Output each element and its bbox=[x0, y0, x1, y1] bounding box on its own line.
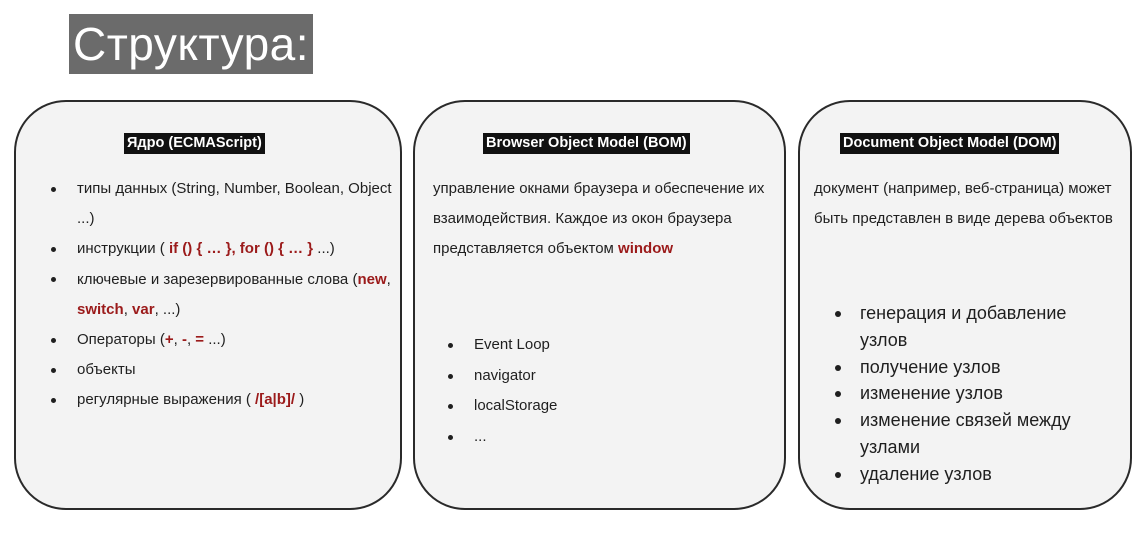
bullet-icon bbox=[51, 367, 56, 373]
bullet-icon bbox=[835, 311, 841, 317]
dom-description: документ (например, веб-страница) может … bbox=[814, 180, 1113, 228]
card-bom: Browser Object Model (BOM) управление ок… bbox=[413, 100, 786, 510]
text-segment: инструкции ( bbox=[77, 240, 169, 258]
list-item-label: удаление узлов bbox=[860, 463, 992, 484]
card-dom: Document Object Model (DOM) документ (на… bbox=[798, 100, 1132, 510]
list-item: изменение узлов bbox=[833, 380, 1118, 407]
text-segment: типы данных (String, Number, Boolean, Ob… bbox=[77, 180, 392, 228]
text-segment: Операторы ( bbox=[77, 331, 165, 349]
core-feature-list: типы данных (String, Number, Boolean, Ob… bbox=[49, 174, 394, 416]
text-segment: , ...) bbox=[154, 300, 181, 318]
bullet-icon bbox=[51, 337, 56, 343]
text-segment: объекты bbox=[77, 361, 136, 379]
bullet-icon bbox=[448, 434, 453, 440]
text-segment: ...) bbox=[313, 240, 335, 258]
list-item: ... bbox=[446, 422, 557, 453]
list-item-label: Event Loop bbox=[474, 336, 550, 353]
bullet-icon bbox=[835, 471, 841, 478]
bom-description: управление окнами браузера и обеспечение… bbox=[433, 174, 773, 265]
bom-object-list: Event Loop navigator localStorage... bbox=[446, 330, 557, 452]
list-item: изменение связей между узлами bbox=[833, 407, 1118, 461]
list-item: Event Loop bbox=[446, 330, 557, 361]
keyword-text: if () { … }, for () { … } bbox=[168, 240, 314, 258]
list-item: localStorage bbox=[446, 391, 557, 422]
keyword-text: new bbox=[357, 270, 387, 288]
list-item-label: ... bbox=[474, 427, 487, 445]
bullet-icon bbox=[51, 277, 56, 283]
list-item: ключевые и зарезервированные слова (new,… bbox=[49, 265, 394, 325]
keyword-text: var bbox=[132, 300, 155, 318]
list-item: удаление узлов bbox=[833, 461, 1118, 488]
list-item-label: localStorage bbox=[474, 397, 558, 414]
slide-title: Структура: bbox=[69, 14, 314, 74]
text-segment: , bbox=[173, 331, 182, 349]
list-item: navigator bbox=[446, 361, 557, 392]
list-item: типы данных (String, Number, Boolean, Ob… bbox=[49, 174, 394, 234]
card-heading-bom: Browser Object Model (BOM) bbox=[483, 133, 690, 154]
list-item: инструкции ( if () { … }, for () { … } .… bbox=[49, 234, 394, 264]
card-heading-core: Ядро (ECMAScript) bbox=[124, 133, 265, 154]
list-item: регулярные выражения ( /[a|b]/ ) bbox=[49, 385, 394, 415]
dom-operation-list: генерация и добавление узлов получение уз… bbox=[833, 300, 1118, 488]
keyword-text: + bbox=[164, 331, 174, 349]
list-item-label: navigator bbox=[474, 366, 536, 384]
list-item-label: генерация и добавление узлов bbox=[860, 303, 1067, 350]
bullet-icon bbox=[448, 373, 453, 379]
keyword-text: /[a|b]/ bbox=[255, 391, 296, 409]
bullet-icon bbox=[835, 418, 841, 425]
bullet-icon bbox=[835, 364, 841, 371]
text-segment: управление окнами браузера и обеспечение… bbox=[433, 180, 765, 258]
bullet-icon bbox=[835, 391, 841, 398]
keyword-text: switch bbox=[77, 300, 124, 318]
keyword-text: window bbox=[618, 240, 674, 258]
bullet-icon bbox=[51, 246, 56, 252]
text-segment: , bbox=[123, 300, 133, 318]
text-segment: регулярные выражения ( bbox=[77, 391, 256, 409]
card-ecmascript-core: Ядро (ECMAScript) типы данных (String, N… bbox=[14, 100, 402, 510]
keyword-text: = bbox=[195, 331, 205, 349]
bullet-icon bbox=[448, 404, 453, 409]
bullet-icon bbox=[51, 186, 56, 192]
bullet-icon bbox=[448, 343, 453, 348]
list-item-label: изменение связей между узлами bbox=[860, 410, 1071, 457]
list-item-label: изменение узлов bbox=[860, 383, 1003, 404]
bullet-icon bbox=[51, 397, 56, 403]
list-item: объекты bbox=[49, 355, 394, 385]
list-item: Операторы (+, -, = ...) bbox=[49, 325, 394, 355]
text-segment: ...) bbox=[204, 331, 226, 349]
text-segment: , bbox=[386, 270, 391, 288]
text-segment: ) bbox=[295, 391, 305, 409]
list-item-label: получение узлов bbox=[860, 356, 1001, 377]
text-segment: ключевые и зарезервированные слова ( bbox=[77, 270, 358, 288]
list-item: получение узлов bbox=[833, 354, 1118, 381]
list-item: генерация и добавление узлов bbox=[833, 300, 1118, 354]
card-heading-dom: Document Object Model (DOM) bbox=[840, 133, 1060, 154]
